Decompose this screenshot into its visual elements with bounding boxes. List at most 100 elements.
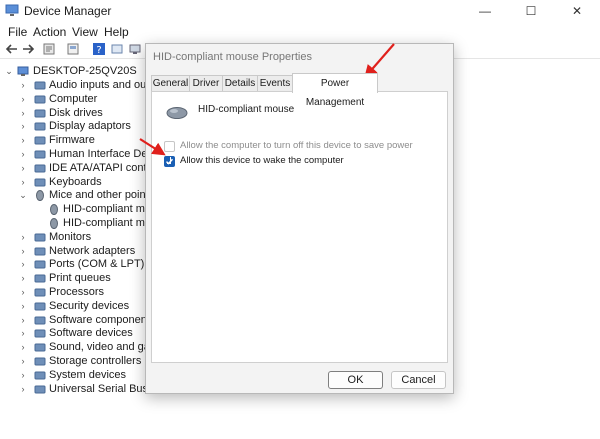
device-category-icon (34, 302, 46, 311)
chevron-right-icon[interactable]: › (18, 315, 28, 325)
chevron-right-icon[interactable]: › (18, 246, 28, 256)
tree-item-label: Monitors (49, 230, 92, 243)
computer-icon (17, 66, 29, 76)
cancel-button[interactable]: Cancel (391, 371, 446, 389)
tree-item-label: HID-compliant mou (63, 203, 150, 216)
scan-hardware-icon[interactable] (128, 42, 142, 56)
properties-icon[interactable] (42, 42, 56, 56)
tree-item-label: Display adaptors (49, 120, 131, 133)
device-category-icon (34, 371, 46, 380)
device-category-icon (34, 95, 46, 104)
chevron-right-icon[interactable]: › (18, 370, 28, 380)
device-category-icon (34, 343, 46, 352)
device-category-icon (34, 274, 46, 283)
tree-item-label: Network adapters (49, 244, 136, 257)
maximize-button[interactable]: ☐ (508, 0, 554, 22)
tab-details[interactable]: Details (222, 75, 258, 92)
tree-item-label: Audio inputs and outpu (49, 79, 150, 91)
title-bar: Device Manager — ☐ ✕ (0, 0, 600, 22)
device-category-icon (34, 385, 46, 394)
chevron-down-icon[interactable]: ⌄ (18, 190, 28, 201)
chevron-right-icon[interactable]: › (18, 328, 28, 338)
mouse-icon (166, 107, 188, 119)
allow-wake-checkbox[interactable] (164, 156, 175, 167)
allow-turn-off-label: Allow the computer to turn off this devi… (180, 140, 413, 151)
tree-item-label: Print queues (49, 272, 111, 285)
back-arrow-icon[interactable] (5, 42, 19, 56)
tree-item-label: Keyboards (49, 175, 102, 188)
tree-item-label: Storage controllers (49, 355, 142, 367)
chevron-right-icon[interactable]: › (18, 149, 28, 159)
chevron-right-icon[interactable]: › (18, 80, 28, 90)
chevron-right-icon[interactable]: › (18, 273, 28, 283)
chevron-down-icon[interactable]: ⌄ (4, 66, 14, 77)
chevron-right-icon[interactable]: › (18, 121, 28, 131)
tree-item-label: Security devices (49, 299, 130, 312)
device-category-icon (34, 260, 46, 269)
allow-wake-label[interactable]: Allow this device to wake the computer (180, 155, 344, 166)
checkmark-icon (165, 158, 174, 165)
chevron-right-icon[interactable]: › (18, 287, 28, 297)
ok-button[interactable]: OK (328, 371, 383, 389)
chevron-right-icon[interactable]: › (18, 135, 28, 145)
tree-item-label: Mice and other pointing (49, 189, 150, 202)
menu-action[interactable]: Action (33, 25, 66, 39)
tree-item-label: HID-compliant mou (63, 217, 150, 229)
tab-driver[interactable]: Driver (189, 75, 223, 92)
tab-power-management[interactable]: Power Management (292, 73, 378, 108)
device-category-icon (34, 329, 46, 338)
help-icon[interactable]: ? (92, 42, 106, 56)
device-category-icon (34, 81, 46, 90)
device-list-icon[interactable] (110, 42, 124, 56)
device-tree: ⌄ DESKTOP-25QV20S ›Audio inputs and outp… (0, 62, 150, 439)
chevron-right-icon[interactable]: › (18, 163, 28, 173)
device-category-icon (34, 122, 46, 131)
chevron-right-icon[interactable]: › (18, 384, 28, 394)
menu-file[interactable]: File (8, 25, 27, 39)
view-icon[interactable] (66, 42, 80, 56)
device-category-icon (34, 316, 46, 325)
tree-item-label: Human Interface Device (49, 148, 150, 160)
menu-view[interactable]: View (72, 25, 98, 39)
device-category-icon (34, 164, 46, 173)
chevron-right-icon[interactable]: › (18, 301, 28, 311)
mouse-icon (36, 190, 44, 202)
menu-bar: File Action View Help (0, 22, 600, 40)
tree-item-label: System devices (49, 368, 127, 381)
tree-item-label: Universal Serial Bus cont (49, 382, 150, 395)
minimize-button[interactable]: — (462, 0, 508, 22)
tab-general[interactable]: General (151, 75, 190, 92)
tree-item-label: Ports (COM & LPT) (49, 258, 145, 271)
device-manager-icon (5, 4, 19, 16)
tree-item-label: Computer (49, 92, 98, 105)
chevron-right-icon[interactable]: › (18, 356, 28, 366)
dialog-title: HID-compliant mouse Properties (153, 51, 312, 63)
chevron-right-icon[interactable]: › (18, 232, 28, 242)
chevron-right-icon[interactable]: › (18, 108, 28, 118)
allow-turn-off-checkbox (164, 141, 175, 152)
chevron-right-icon[interactable]: › (18, 177, 28, 187)
chevron-right-icon[interactable]: › (18, 259, 28, 269)
device-category-icon (34, 178, 46, 187)
tree-item-label: Firmware (49, 134, 95, 147)
tree-item-label: Software components (49, 313, 150, 326)
close-button[interactable]: ✕ (554, 0, 600, 22)
tree-item-label: Sound, video and game (49, 341, 150, 354)
window-title: Device Manager (24, 4, 112, 18)
device-category-icon (34, 233, 46, 242)
menu-help[interactable]: Help (104, 25, 129, 39)
svg-text:?: ? (96, 45, 101, 56)
mouse-icon (50, 218, 58, 229)
tree-item-label: Software devices (49, 327, 133, 340)
properties-dialog: HID-compliant mouse Properties General D… (145, 43, 454, 394)
power-management-panel: HID-compliant mouse Allow the computer t… (151, 91, 448, 363)
device-category-icon (34, 288, 46, 297)
forward-arrow-icon[interactable] (21, 42, 35, 56)
chevron-right-icon[interactable]: › (18, 94, 28, 104)
tab-events[interactable]: Events (257, 75, 293, 92)
device-category-icon (34, 150, 46, 159)
chevron-right-icon[interactable]: › (18, 342, 28, 352)
mouse-icon (50, 204, 58, 216)
device-category-icon (34, 357, 46, 366)
device-category-icon (34, 136, 46, 145)
